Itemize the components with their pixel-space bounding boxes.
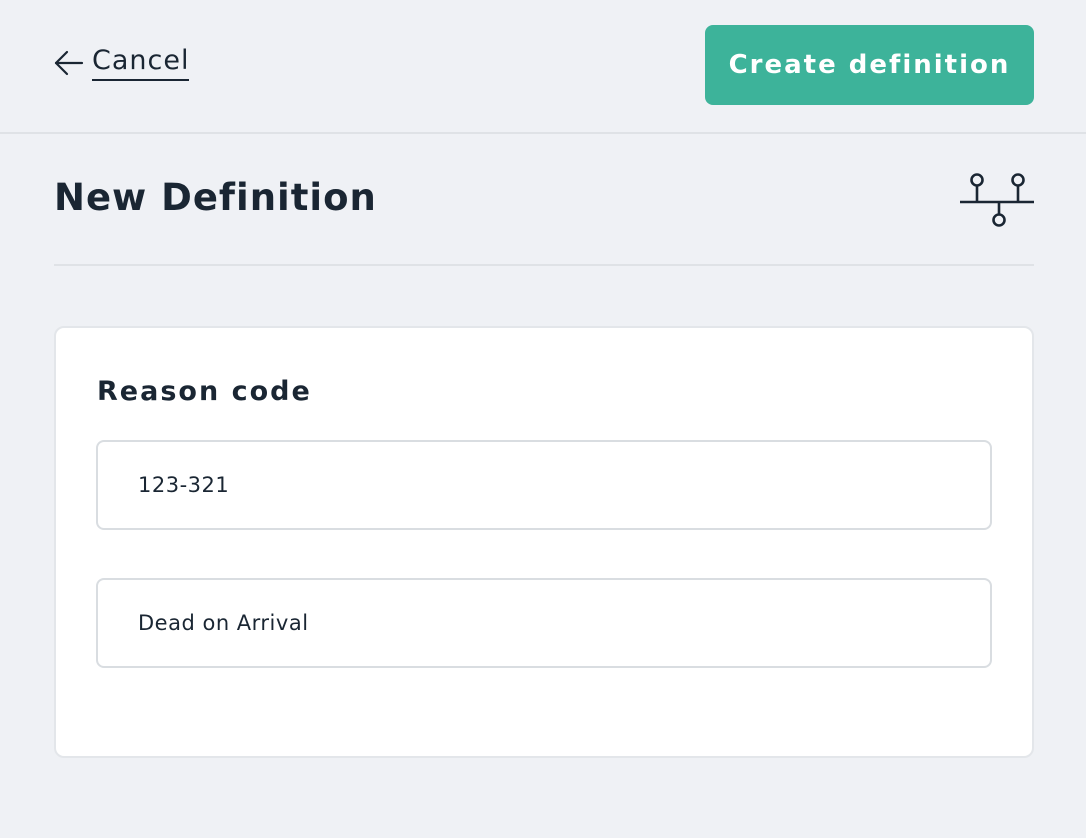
create-definition-button[interactable]: Create definition (705, 25, 1034, 105)
reason-code-input[interactable] (96, 440, 992, 530)
section-title: Reason code (97, 376, 312, 407)
reason-code-card: Reason code (54, 326, 1034, 758)
cancel-label: Cancel (92, 44, 190, 81)
top-bar: Cancel Create definition (0, 0, 1086, 134)
reason-description-input[interactable] (96, 578, 992, 668)
arrow-left-icon (54, 50, 84, 75)
cancel-link[interactable]: Cancel (54, 44, 190, 81)
tree-structure-icon (960, 173, 1034, 227)
title-divider (54, 264, 1034, 266)
page-title: New Definition (54, 176, 377, 219)
